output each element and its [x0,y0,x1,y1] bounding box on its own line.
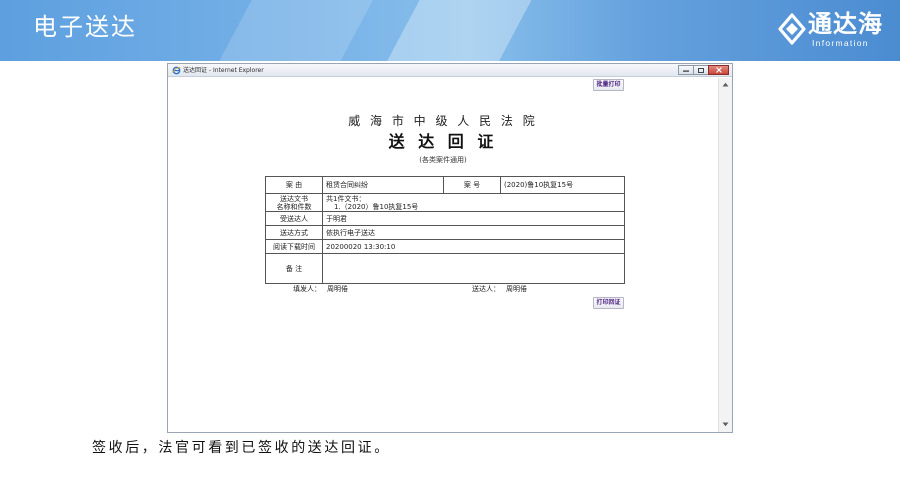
browser-window: 送达回证 - Internet Explorer 批量打印 威 海 市 中 级 … [167,63,733,433]
table-row: 送达方式 依执行电子送达 [265,225,625,240]
table-row: 阅读下载时间 20200020 13:30:10 [265,239,625,254]
case-cause-value: 租赁合同纠纷 [322,176,444,194]
table-row: 送达文书 名称和件数 共1件文书： 1.（2020）鲁10执复15号 [265,193,625,212]
scroll-up-icon[interactable] [722,82,729,87]
slide: 电子送达 通达海 Information 送达回证 - Internet Exp… [0,0,900,484]
table-row: 受送达人 于明君 [265,211,625,226]
tongdahai-logo-icon [778,13,806,45]
documents-count: 共1件文书： [326,194,366,203]
documents-label-line2: 名称和件数 [276,202,312,211]
server-name: 周明倦 [506,285,527,293]
batch-print-button[interactable]: 批量打印 [593,79,624,91]
read-time-label: 阅读下载时间 [265,239,323,254]
ie-icon [172,66,181,75]
documents-item: 1.（2020）鲁10执复15号 [334,202,419,211]
remark-value [322,253,625,284]
recipient-value: 于明君 [322,211,625,226]
read-time-value: 20200020 13:30:10 [322,239,625,254]
filler-name: 周明倦 [327,285,348,293]
slide-caption: 签收后，法官可看到已签收的送达回证。 [92,440,391,456]
receipt-table: 案 由 租赁合同纠纷 案 号 (2020)鲁10执复15号 送达文书 名称和件数… [265,176,625,284]
window-controls [678,65,729,75]
maximize-button[interactable] [693,65,709,75]
case-number-label: 案 号 [443,176,501,194]
documents-value: 共1件文书： 1.（2020）鲁10执复15号 [322,193,625,212]
remark-label: 备 注 [265,253,323,284]
minimize-icon [683,70,689,72]
logo-wordmark: 通达海 [808,11,883,38]
documents-label-line1: 送达文书 [280,194,308,203]
document-title: 送 达 回 证 [388,132,498,151]
print-receipt-button[interactable]: 打印回证 [593,297,624,309]
server-label: 送达人： [472,285,500,293]
case-cause-label: 案 由 [265,176,323,194]
recipient-label: 受送达人 [265,211,323,226]
delivery-method-label: 送达方式 [265,225,323,240]
window-title: 送达回证 - Internet Explorer [183,67,264,74]
close-button[interactable] [708,65,729,75]
documents-label: 送达文书 名称和件数 [265,193,323,212]
table-row: 备 注 [265,253,625,284]
minimize-button[interactable] [678,65,694,75]
court-name: 威 海 市 中 级 人 民 法 院 [348,114,538,128]
document-subtitle: (各类案件通用) [419,156,467,164]
header-banner: 电子送达 通达海 Information [0,0,900,61]
logo-subtitle: Information [812,38,869,48]
filler-label: 填发人： [293,285,321,293]
slide-title: 电子送达 [33,14,137,41]
vertical-scrollbar[interactable] [718,78,732,432]
case-number-value: (2020)鲁10执复15号 [500,176,625,194]
delivery-method-value: 依执行电子送达 [322,225,625,240]
window-titlebar[interactable]: 送达回证 - Internet Explorer [168,64,732,77]
close-icon [715,67,722,73]
maximize-icon [698,67,704,73]
table-row: 案 由 租赁合同纠纷 案 号 (2020)鲁10执复15号 [265,176,625,194]
scroll-down-icon[interactable] [722,422,729,427]
company-logo: 通达海 Information [778,10,890,50]
